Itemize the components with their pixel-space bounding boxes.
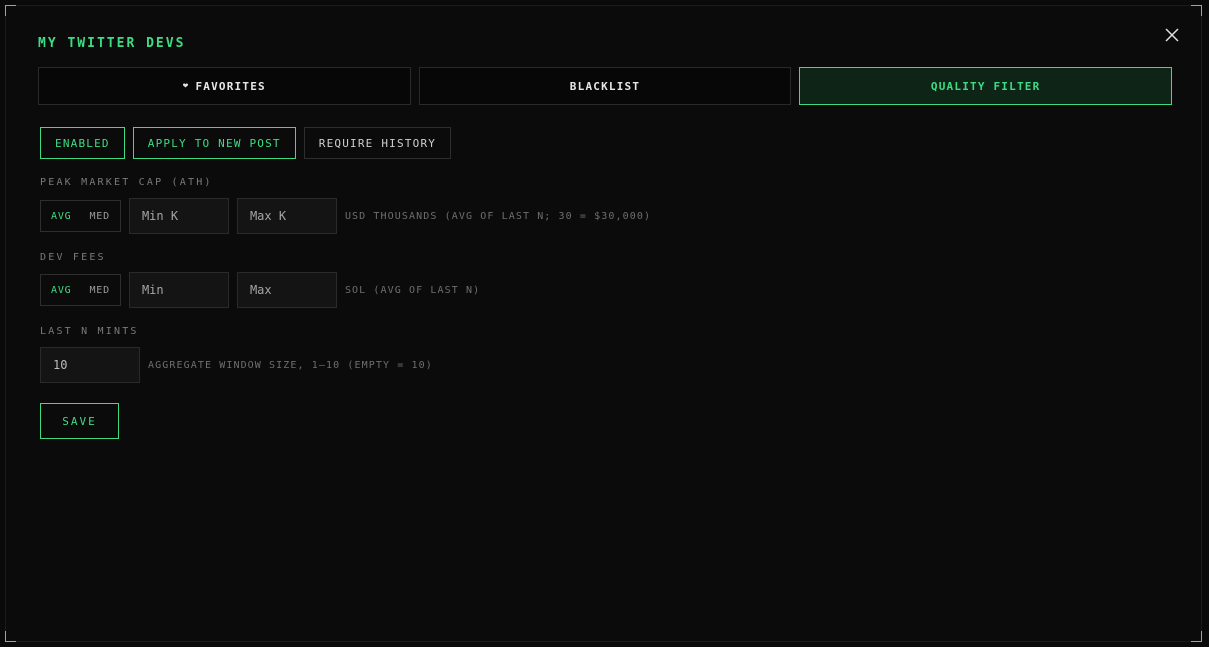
- peak-market-cap-min-input[interactable]: [128, 198, 229, 234]
- med-option[interactable]: MED: [89, 211, 109, 222]
- tab-label: QUALITY FILTER: [930, 79, 1041, 93]
- med-option[interactable]: MED: [89, 285, 109, 296]
- tab-label: BLACKLIST: [569, 79, 641, 93]
- last-n-mints-label: LAST N MINTS: [40, 326, 139, 337]
- apply-to-new-post-toggle[interactable]: APPLY TO NEW POST: [132, 127, 296, 159]
- peak-market-cap-label: PEAK MARKET CAP (ATH): [40, 177, 213, 188]
- dev-fees-hint: SOL (AVG OF LAST N): [344, 284, 481, 296]
- require-history-toggle[interactable]: REQUIRE HISTORY: [303, 127, 452, 159]
- dev-fees-label: DEV FEES: [40, 252, 106, 263]
- peak-market-cap-row: AVG MED USD THOUSANDS (AVG OF LAST N; 30…: [40, 198, 651, 234]
- enabled-toggle[interactable]: ENABLED: [40, 127, 125, 159]
- filter-toggles: ENABLED APPLY TO NEW POST REQUIRE HISTOR…: [40, 127, 452, 159]
- avg-option[interactable]: AVG: [51, 285, 71, 296]
- dev-fees-max-input[interactable]: [236, 272, 337, 308]
- last-n-mints-row: AGGREGATE WINDOW SIZE, 1–10 (EMPTY = 10): [40, 347, 433, 383]
- peak-market-cap-aggregate-selector: AVG MED: [40, 200, 121, 232]
- modal-title: MY TWITTER DEVS: [38, 36, 186, 51]
- dev-fees-row: AVG MED SOL (AVG OF LAST N): [40, 272, 480, 308]
- close-button[interactable]: [1163, 26, 1181, 44]
- corner-accent: [5, 631, 16, 642]
- close-icon: [1165, 28, 1179, 42]
- dev-fees-min-input[interactable]: [128, 272, 229, 308]
- heart-icon: ❤: [182, 81, 190, 91]
- corner-accent: [5, 5, 16, 16]
- tab-blacklist[interactable]: BLACKLIST: [418, 67, 792, 105]
- tab-favorites[interactable]: ❤ FAVORITES: [38, 67, 411, 105]
- tab-label: FAVORITES: [195, 79, 266, 93]
- last-n-mints-input[interactable]: [40, 347, 140, 383]
- peak-market-cap-hint: USD THOUSANDS (AVG OF LAST N; 30 = $30,0…: [344, 210, 652, 222]
- last-n-mints-hint: AGGREGATE WINDOW SIZE, 1–10 (EMPTY = 10): [148, 359, 433, 371]
- tab-bar: ❤ FAVORITES BLACKLIST QUALITY FILTER: [38, 67, 1173, 105]
- peak-market-cap-max-input[interactable]: [236, 198, 337, 234]
- avg-option[interactable]: AVG: [51, 211, 71, 222]
- save-button[interactable]: SAVE: [40, 403, 119, 439]
- corner-accent: [1191, 5, 1202, 16]
- tab-quality-filter[interactable]: QUALITY FILTER: [799, 67, 1173, 105]
- twitter-devs-modal: MY TWITTER DEVS ❤ FAVORITES BLACKLIST QU…: [5, 5, 1202, 642]
- dev-fees-aggregate-selector: AVG MED: [40, 274, 121, 306]
- corner-accent: [1191, 631, 1202, 642]
